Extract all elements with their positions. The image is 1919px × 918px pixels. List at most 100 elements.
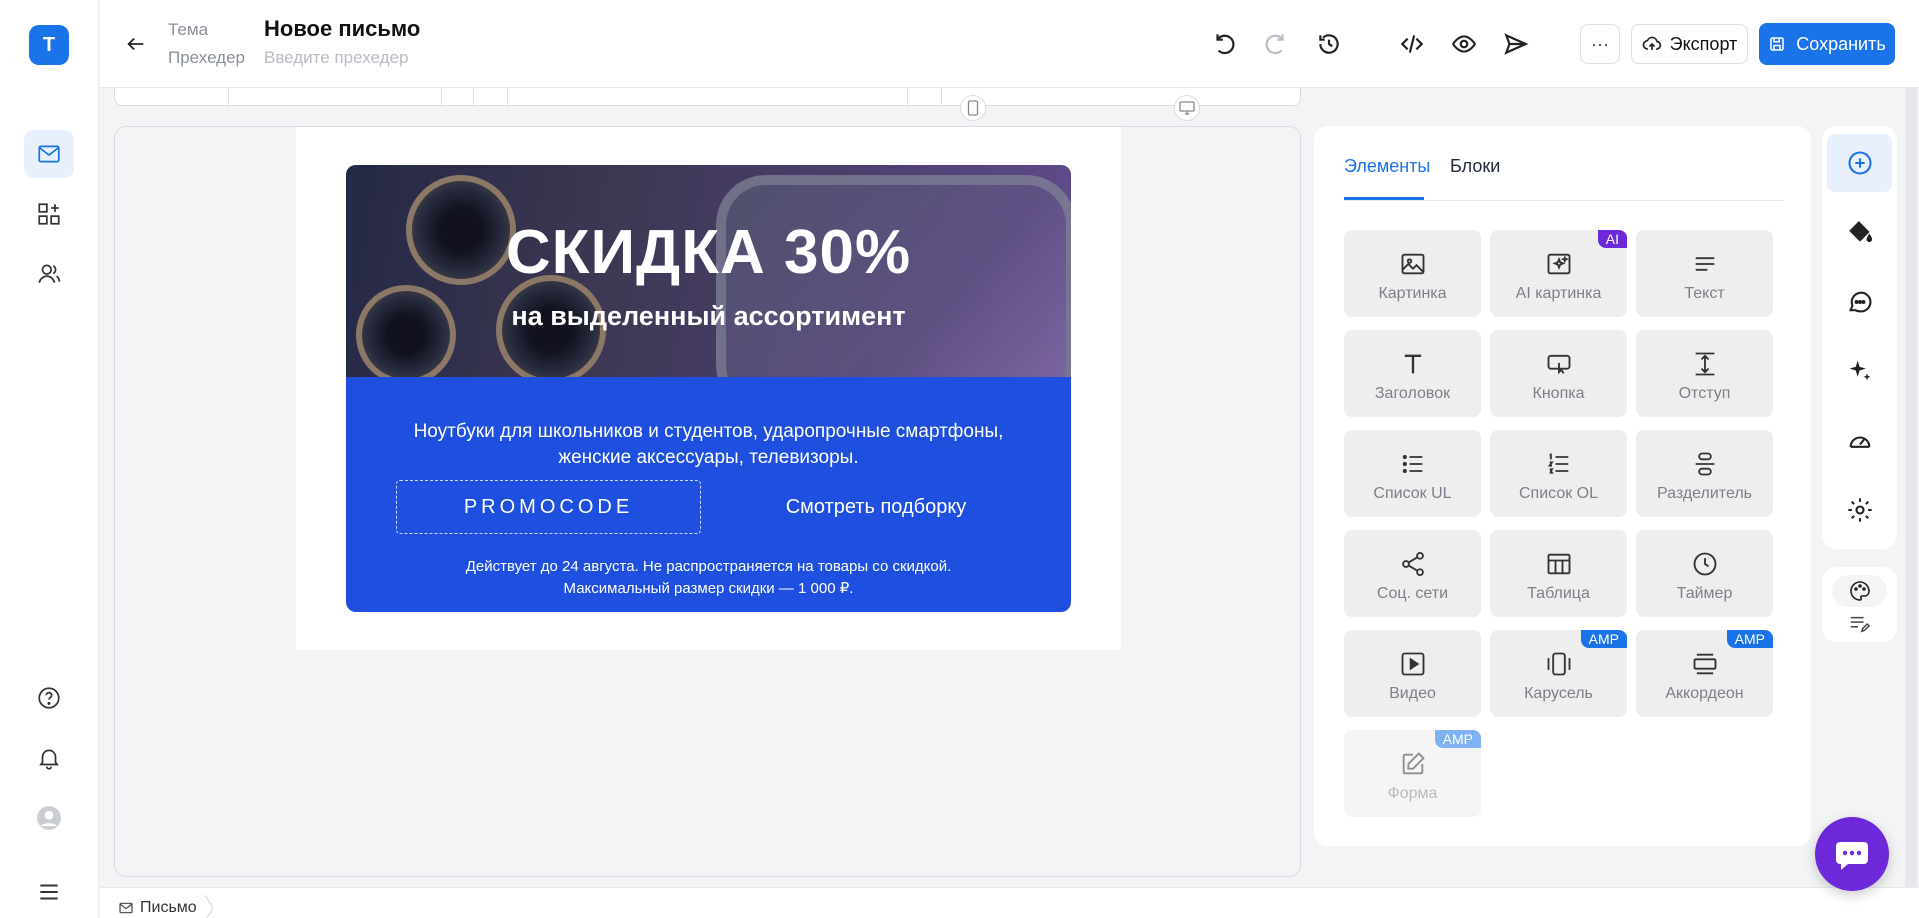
carousel-icon — [1547, 652, 1570, 676]
right-tool-rail — [1822, 126, 1897, 549]
element-timer[interactable]: Таймер — [1636, 530, 1773, 617]
save-icon — [1770, 37, 1785, 51]
element-label: Карусель — [1524, 685, 1593, 702]
add-element-tool[interactable] — [1827, 134, 1892, 192]
element-label: Таблица — [1527, 585, 1590, 602]
element-form[interactable]: AMP Форма — [1344, 730, 1481, 817]
cloud-upload-icon — [1642, 36, 1661, 50]
profile-button[interactable] — [24, 794, 74, 842]
page-scrollbar[interactable] — [1905, 88, 1917, 888]
left-rail: T — [0, 0, 99, 918]
redo-button[interactable] — [1258, 26, 1294, 62]
menu-button[interactable] — [24, 868, 74, 916]
styles-tool[interactable] — [1827, 203, 1892, 261]
back-button[interactable] — [120, 28, 152, 60]
element-divider[interactable]: Разделитель — [1636, 430, 1773, 517]
element-table[interactable]: Таблица — [1490, 530, 1627, 617]
text-style-button[interactable] — [1844, 611, 1874, 637]
element-button[interactable]: Кнопка — [1490, 330, 1627, 417]
app-logo[interactable]: T — [29, 25, 69, 65]
elements-panel: Элементы Блоки Картинка AI AI картинка Т… — [1314, 126, 1811, 846]
element-label: Отступ — [1678, 385, 1731, 402]
save-label: Сохранить — [1796, 33, 1886, 54]
monitor-icon — [1179, 101, 1195, 115]
element-label: Аккордеон — [1665, 685, 1744, 702]
mail-nav-button[interactable] — [24, 130, 74, 178]
spacer-icon — [1695, 352, 1714, 376]
support-chat-button[interactable] — [1815, 817, 1889, 891]
chat-icon — [1848, 291, 1871, 313]
promo-block[interactable]: СКИДКА 30% на выделенный ассортимент Ноу… — [346, 165, 1071, 612]
comments-tool[interactable] — [1827, 273, 1892, 331]
element-spacer[interactable]: Отступ — [1636, 330, 1773, 417]
view-selection-link[interactable]: Смотреть подборку — [726, 480, 1026, 534]
hamburger-icon — [40, 884, 58, 900]
tab-elements[interactable]: Элементы — [1344, 156, 1430, 177]
fine-print-line-2: Максимальный размер скидки — 1 000 ₽. — [563, 580, 854, 597]
column-ruler — [114, 88, 1301, 106]
preheader-input[interactable]: Введите прехедер — [264, 48, 408, 68]
description-line-1: Ноутбуки для школьников и студентов, уда… — [413, 421, 1004, 442]
gear-icon — [1847, 498, 1872, 522]
element-social[interactable]: Соц. сети — [1344, 530, 1481, 617]
mail-icon — [38, 145, 60, 163]
contacts-nav-button[interactable] — [24, 250, 74, 298]
element-list-ul[interactable]: Список UL — [1344, 430, 1481, 517]
email-canvas[interactable]: СКИДКА 30% на выделенный ассортимент Ноу… — [114, 126, 1301, 877]
mail-icon — [119, 902, 133, 914]
export-button[interactable]: Экспорт — [1631, 24, 1748, 64]
palette-button[interactable] — [1832, 575, 1887, 607]
send-button[interactable] — [1498, 26, 1534, 62]
element-label: Заголовок — [1374, 385, 1451, 402]
element-image[interactable]: Картинка — [1344, 230, 1481, 317]
sparkles-icon — [1849, 360, 1870, 381]
breadcrumb-label: Письмо — [140, 899, 197, 916]
text-edit-icon — [1850, 616, 1870, 633]
settings-tool[interactable] — [1827, 481, 1892, 539]
mobile-view-button[interactable] — [960, 95, 986, 121]
list-ul-icon — [1402, 454, 1422, 474]
video-icon — [1401, 652, 1424, 676]
desktop-view-button[interactable] — [1174, 95, 1200, 121]
more-button[interactable]: ··· — [1580, 24, 1620, 64]
history-button[interactable] — [1311, 26, 1347, 62]
element-ai-image[interactable]: AI AI картинка — [1490, 230, 1627, 317]
notifications-button[interactable] — [24, 734, 74, 782]
help-button[interactable] — [24, 674, 74, 722]
breadcrumb[interactable]: Письмо — [118, 895, 215, 918]
fine-print-line-1: Действует до 24 августа. Не распространя… — [465, 558, 952, 575]
phone-icon — [967, 100, 979, 116]
amp-badge: AMP — [1726, 630, 1773, 648]
promocode-box[interactable]: PROMOCODE — [396, 480, 701, 534]
element-label: Видео — [1389, 685, 1436, 702]
image-icon — [1401, 253, 1424, 275]
code-button[interactable] — [1394, 26, 1430, 62]
email-title[interactable]: Новое письмо — [264, 16, 420, 42]
preheader-label: Прехедер — [168, 48, 245, 67]
element-label: Соц. сети — [1376, 585, 1449, 602]
widgets-nav-button[interactable] — [24, 190, 74, 238]
element-text[interactable]: Текст — [1636, 230, 1773, 317]
element-carousel[interactable]: AMP Карусель — [1490, 630, 1627, 717]
editor-header: Тема Прехедер Новое письмо Введите прехе… — [100, 0, 1919, 88]
bell-icon — [39, 749, 59, 770]
element-heading[interactable]: Заголовок — [1344, 330, 1481, 417]
amp-badge: AMP — [1580, 630, 1627, 648]
element-list-ol[interactable]: Список OL — [1490, 430, 1627, 517]
theme-tools — [1822, 567, 1897, 642]
save-button[interactable]: Сохранить — [1759, 23, 1895, 65]
performance-tool[interactable] — [1827, 412, 1892, 470]
list-ol-icon — [1547, 453, 1568, 474]
text-icon — [1695, 257, 1714, 271]
element-label: Список UL — [1373, 485, 1452, 502]
email-body[interactable]: СКИДКА 30% на выделенный ассортимент Ноу… — [296, 127, 1121, 650]
tab-blocks[interactable]: Блоки — [1450, 156, 1500, 177]
element-video[interactable]: Видео — [1344, 630, 1481, 717]
history-icon — [1319, 34, 1339, 54]
element-accordion[interactable]: AMP Аккордеон — [1636, 630, 1773, 717]
preview-button[interactable] — [1446, 26, 1482, 62]
ai-tool[interactable] — [1827, 342, 1892, 400]
undo-button[interactable] — [1206, 26, 1242, 62]
table-icon — [1547, 553, 1570, 575]
avatar-icon — [37, 806, 61, 830]
